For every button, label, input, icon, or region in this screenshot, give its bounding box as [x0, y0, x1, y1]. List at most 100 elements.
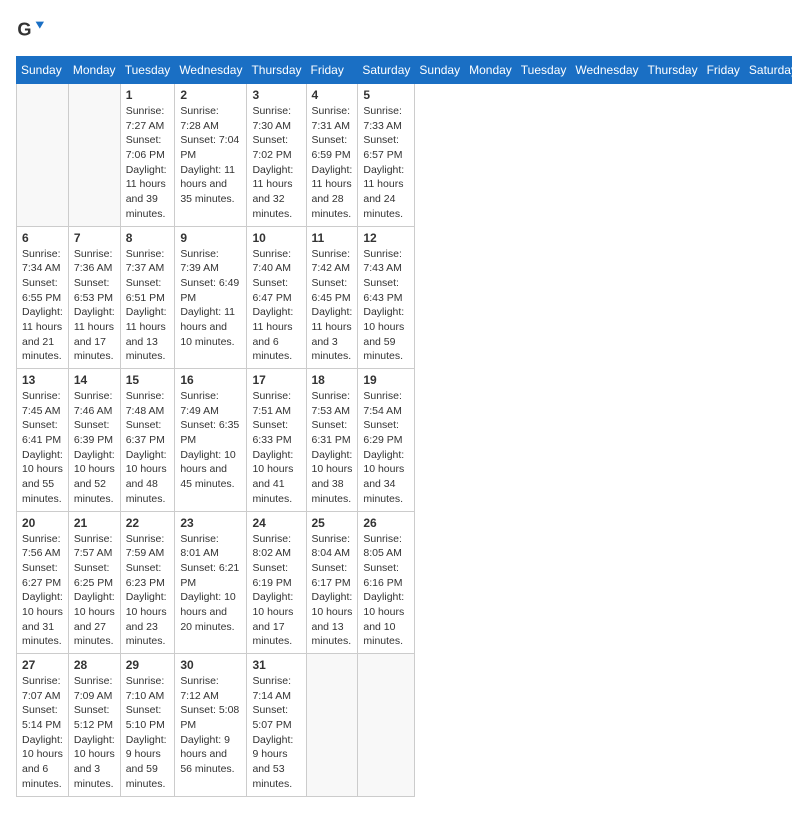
- column-header-wednesday: Wednesday: [175, 57, 247, 84]
- calendar-cell: 19 Sunrise: 7:54 AMSunset: 6:29 PMDayligh…: [358, 369, 415, 512]
- day-info: Sunrise: 7:27 AMSunset: 7:06 PMDaylight:…: [126, 104, 170, 222]
- calendar-cell: [17, 84, 69, 227]
- calendar-cell: 11 Sunrise: 7:42 AMSunset: 6:45 PMDayligh…: [306, 226, 358, 369]
- calendar-cell: 28 Sunrise: 7:09 AMSunset: 5:12 PMDayligh…: [68, 654, 120, 797]
- day-info: Sunrise: 8:05 AMSunset: 6:16 PMDaylight:…: [363, 532, 409, 650]
- day-info: Sunrise: 7:14 AMSunset: 5:07 PMDaylight:…: [252, 674, 300, 792]
- calendar-week-5: 27 Sunrise: 7:07 AMSunset: 5:14 PMDayligh…: [17, 654, 792, 797]
- calendar-cell: 22Sunrise: 7:59 AMSunset: 6:23 PMDayligh…: [120, 511, 175, 654]
- day-number: 4: [312, 88, 353, 102]
- day-info: Sunrise: 8:02 AMSunset: 6:19 PMDaylight:…: [252, 532, 300, 650]
- page-header: G: [16, 16, 776, 44]
- day-info: Sunrise: 7:30 AMSunset: 7:02 PMDaylight:…: [252, 104, 300, 222]
- column-header-monday: Monday: [68, 57, 120, 84]
- day-info: Sunrise: 7:28 AMSunset: 7:04 PMDaylight:…: [180, 104, 241, 207]
- calendar-cell: 17 Sunrise: 7:51 AMSunset: 6:33 PMDayligh…: [247, 369, 306, 512]
- calendar-cell: 4 Sunrise: 7:31 AMSunset: 6:59 PMDaylight…: [306, 84, 358, 227]
- day-info: Sunrise: 7:54 AMSunset: 6:29 PMDaylight:…: [363, 389, 409, 507]
- calendar-cell: 2Sunrise: 7:28 AMSunset: 7:04 PMDaylight…: [175, 84, 247, 227]
- day-number: 19: [363, 373, 409, 387]
- calendar-cell: 14Sunrise: 7:46 AMSunset: 6:39 PMDayligh…: [68, 369, 120, 512]
- calendar-cell: 7 Sunrise: 7:36 AMSunset: 6:53 PMDaylight…: [68, 226, 120, 369]
- calendar-cell: 3 Sunrise: 7:30 AMSunset: 7:02 PMDaylight…: [247, 84, 306, 227]
- day-number: 3: [252, 88, 300, 102]
- day-info: Sunrise: 7:51 AMSunset: 6:33 PMDaylight:…: [252, 389, 300, 507]
- column-header-wednesday: Wednesday: [571, 57, 643, 84]
- calendar-header-row: SundayMondayTuesdayWednesdayThursdayFrid…: [17, 57, 792, 84]
- day-number: 10: [252, 231, 300, 245]
- svg-text:G: G: [17, 20, 31, 40]
- column-header-monday: Monday: [465, 57, 517, 84]
- day-info: Sunrise: 7:56 AMSunset: 6:27 PMDaylight:…: [22, 532, 63, 650]
- calendar-week-4: 20Sunrise: 7:56 AMSunset: 6:27 PMDayligh…: [17, 511, 792, 654]
- day-info: Sunrise: 7:33 AMSunset: 6:57 PMDaylight:…: [363, 104, 409, 222]
- day-number: 27: [22, 658, 63, 672]
- calendar-cell: 23 Sunrise: 8:01 AMSunset: 6:21 PMDayligh…: [175, 511, 247, 654]
- day-info: Sunrise: 7:09 AMSunset: 5:12 PMDaylight:…: [74, 674, 115, 792]
- day-number: 29: [126, 658, 170, 672]
- day-info: Sunrise: 7:10 AMSunset: 5:10 PMDaylight:…: [126, 674, 170, 792]
- day-number: 23: [180, 516, 241, 530]
- calendar-cell: 24 Sunrise: 8:02 AMSunset: 6:19 PMDayligh…: [247, 511, 306, 654]
- calendar-cell: 13Sunrise: 7:45 AMSunset: 6:41 PMDayligh…: [17, 369, 69, 512]
- calendar-cell: 31 Sunrise: 7:14 AMSunset: 5:07 PMDayligh…: [247, 654, 306, 797]
- day-info: Sunrise: 7:37 AMSunset: 6:51 PMDaylight:…: [126, 247, 170, 365]
- day-info: Sunrise: 7:49 AMSunset: 6:35 PMDaylight:…: [180, 389, 241, 492]
- day-info: Sunrise: 7:42 AMSunset: 6:45 PMDaylight:…: [312, 247, 353, 365]
- logo-icon: G: [16, 16, 44, 44]
- calendar-week-1: 1Sunrise: 7:27 AMSunset: 7:06 PMDaylight…: [17, 84, 792, 227]
- day-info: Sunrise: 7:46 AMSunset: 6:39 PMDaylight:…: [74, 389, 115, 507]
- column-header-friday: Friday: [306, 57, 358, 84]
- calendar-cell: 29 Sunrise: 7:10 AMSunset: 5:10 PMDayligh…: [120, 654, 175, 797]
- calendar-cell: 10 Sunrise: 7:40 AMSunset: 6:47 PMDayligh…: [247, 226, 306, 369]
- column-header-thursday: Thursday: [247, 57, 306, 84]
- day-info: Sunrise: 7:36 AMSunset: 6:53 PMDaylight:…: [74, 247, 115, 365]
- day-number: 12: [363, 231, 409, 245]
- calendar-cell: 12Sunrise: 7:43 AMSunset: 6:43 PMDayligh…: [358, 226, 415, 369]
- day-number: 22: [126, 516, 170, 530]
- day-info: Sunrise: 7:39 AMSunset: 6:49 PMDaylight:…: [180, 247, 241, 350]
- calendar-cell: 30Sunrise: 7:12 AMSunset: 5:08 PMDayligh…: [175, 654, 247, 797]
- day-number: 7: [74, 231, 115, 245]
- calendar-cell: 27 Sunrise: 7:07 AMSunset: 5:14 PMDayligh…: [17, 654, 69, 797]
- day-info: Sunrise: 7:53 AMSunset: 6:31 PMDaylight:…: [312, 389, 353, 507]
- calendar-cell: [306, 654, 358, 797]
- day-number: 11: [312, 231, 353, 245]
- logo: G: [16, 16, 48, 44]
- day-info: Sunrise: 7:31 AMSunset: 6:59 PMDaylight:…: [312, 104, 353, 222]
- day-number: 31: [252, 658, 300, 672]
- calendar-cell: 16Sunrise: 7:49 AMSunset: 6:35 PMDayligh…: [175, 369, 247, 512]
- day-number: 25: [312, 516, 353, 530]
- day-number: 21: [74, 516, 115, 530]
- column-header-tuesday: Tuesday: [120, 57, 175, 84]
- day-info: Sunrise: 7:34 AMSunset: 6:55 PMDaylight:…: [22, 247, 63, 365]
- day-info: Sunrise: 8:04 AMSunset: 6:17 PMDaylight:…: [312, 532, 353, 650]
- day-number: 24: [252, 516, 300, 530]
- calendar-week-3: 13Sunrise: 7:45 AMSunset: 6:41 PMDayligh…: [17, 369, 792, 512]
- day-number: 8: [126, 231, 170, 245]
- column-header-sunday: Sunday: [17, 57, 69, 84]
- day-info: Sunrise: 7:40 AMSunset: 6:47 PMDaylight:…: [252, 247, 300, 365]
- column-header-thursday: Thursday: [643, 57, 702, 84]
- calendar-cell: 26Sunrise: 8:05 AMSunset: 6:16 PMDayligh…: [358, 511, 415, 654]
- calendar-cell: 6Sunrise: 7:34 AMSunset: 6:55 PMDaylight…: [17, 226, 69, 369]
- calendar-cell: 25 Sunrise: 8:04 AMSunset: 6:17 PMDayligh…: [306, 511, 358, 654]
- calendar-cell: 21Sunrise: 7:57 AMSunset: 6:25 PMDayligh…: [68, 511, 120, 654]
- calendar-cell: 5Sunrise: 7:33 AMSunset: 6:57 PMDaylight…: [358, 84, 415, 227]
- day-number: 17: [252, 373, 300, 387]
- column-header-sunday: Sunday: [415, 57, 465, 84]
- calendar-cell: 15Sunrise: 7:48 AMSunset: 6:37 PMDayligh…: [120, 369, 175, 512]
- day-number: 30: [180, 658, 241, 672]
- calendar-cell: 20Sunrise: 7:56 AMSunset: 6:27 PMDayligh…: [17, 511, 69, 654]
- day-info: Sunrise: 8:01 AMSunset: 6:21 PMDaylight:…: [180, 532, 241, 635]
- calendar-cell: 1Sunrise: 7:27 AMSunset: 7:06 PMDaylight…: [120, 84, 175, 227]
- day-number: 15: [126, 373, 170, 387]
- calendar-cell: 8 Sunrise: 7:37 AMSunset: 6:51 PMDaylight…: [120, 226, 175, 369]
- day-number: 13: [22, 373, 63, 387]
- calendar-cell: 18 Sunrise: 7:53 AMSunset: 6:31 PMDayligh…: [306, 369, 358, 512]
- calendar-cell: 9Sunrise: 7:39 AMSunset: 6:49 PMDaylight…: [175, 226, 247, 369]
- day-number: 28: [74, 658, 115, 672]
- day-number: 18: [312, 373, 353, 387]
- calendar-table: SundayMondayTuesdayWednesdayThursdayFrid…: [16, 56, 792, 797]
- day-info: Sunrise: 7:07 AMSunset: 5:14 PMDaylight:…: [22, 674, 63, 792]
